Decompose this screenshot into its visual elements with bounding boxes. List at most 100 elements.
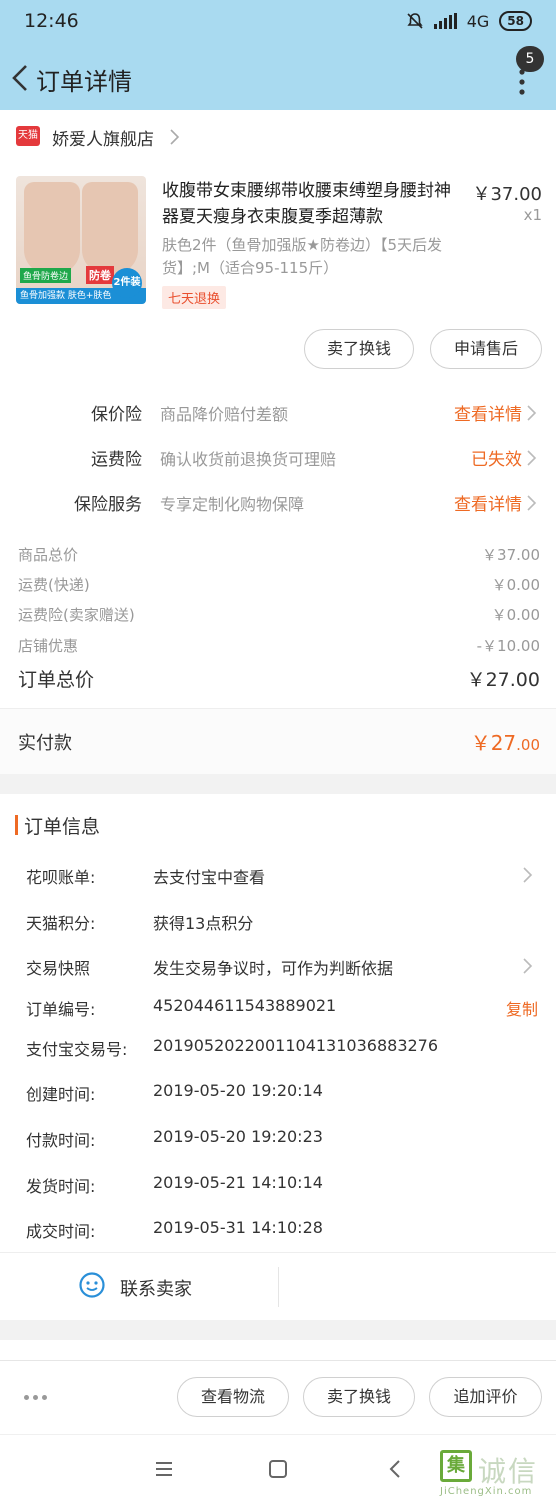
price-value: ￥0.00 — [491, 606, 540, 624]
add-review-button[interactable]: 追加评价 — [429, 1377, 542, 1417]
info-row-points: 天猫积分: 获得13点积分 — [0, 902, 556, 942]
copy-button[interactable]: 复制 — [506, 996, 538, 1020]
order-total-row: 订单总价 ￥27.00 — [0, 663, 556, 699]
insurance-row[interactable]: 运费险 确认收货前退换货可理赔 已失效 — [0, 435, 556, 479]
info-value: 2019-05-31 14:10:28 — [153, 1218, 323, 1237]
insurance-action[interactable]: 已失效 — [471, 445, 522, 470]
info-key: 发货时间: — [26, 1177, 96, 1196]
chevron-right-icon — [523, 867, 533, 883]
paid-label: 实付款 — [18, 733, 72, 754]
insurance-desc: 商品降价赔付差额 — [160, 405, 289, 424]
shop-name[interactable]: 娇爱人旗舰店 — [52, 125, 154, 150]
battery-icon: 58 — [499, 11, 532, 31]
price-value: ￥37.00 — [482, 546, 540, 564]
price-value: -￥10.00 — [476, 637, 540, 655]
info-row-created: 创建时间: 2019-05-20 19:20:14 — [0, 1073, 556, 1113]
info-value: 去支付宝中查看 — [153, 868, 266, 887]
info-row-huabei[interactable]: 花呗账单: 去支付宝中查看 — [0, 856, 556, 896]
info-value: 2019-05-20 19:20:23 — [153, 1127, 323, 1146]
price-row: 运费(快递) ￥0.00 — [0, 570, 556, 600]
sell-button[interactable]: 卖了换钱 — [303, 1377, 415, 1417]
signal-icon — [433, 13, 457, 29]
watermark-url: JiChengXin.com — [440, 1486, 533, 1497]
status-time: 12:46 — [24, 10, 79, 32]
back-arrow-icon[interactable] — [8, 60, 38, 96]
info-value: 2019-05-20 19:20:14 — [153, 1081, 323, 1100]
tmall-logo: 天猫 — [16, 126, 40, 146]
info-row-deal-time: 成交时间: 2019-05-31 14:10:28 — [0, 1210, 556, 1250]
info-value: 2019-05-21 14:10:14 — [153, 1173, 323, 1192]
price-label: 运费险(卖家赠送) — [18, 606, 135, 624]
back-icon[interactable] — [384, 1457, 408, 1481]
paid-value: ￥27.00 — [470, 731, 540, 755]
watermark-chars: 诚信 — [478, 1455, 539, 1488]
insurance-action[interactable]: 查看详情 — [454, 490, 522, 515]
insurance-row[interactable]: 保价险 商品降价赔付差额 查看详情 — [0, 390, 556, 434]
info-row-order-number: 订单编号: 452044611543889021 复制 — [0, 988, 556, 1028]
info-value: 获得13点积分 — [153, 914, 254, 933]
contact-seller-row[interactable]: 联系卖家 — [0, 1252, 556, 1320]
chevron-right-icon — [527, 450, 537, 466]
product-quantity: x1 — [523, 206, 542, 224]
watermark-box: 集 — [440, 1450, 472, 1482]
section-accent-bar — [15, 815, 18, 835]
insurance-label: 保险服务 — [74, 495, 142, 515]
return-policy-tag: 七天退换 — [162, 286, 227, 309]
info-row-paid-time: 付款时间: 2019-05-20 19:20:23 — [0, 1119, 556, 1159]
chevron-right-icon — [523, 958, 533, 974]
info-value: 2019052022001104131036883276 — [153, 1036, 439, 1055]
info-value: 发生交易争议时，可作为判断依据 — [153, 959, 394, 978]
product-title[interactable]: 收腹带女束腰绑带收腰束缚塑身腰封神器夏天瘦身衣束腹夏季超薄款 — [162, 178, 462, 230]
insurance-desc: 专享定制化购物保障 — [160, 495, 305, 514]
section-gap — [0, 1320, 556, 1340]
more-dots-icon[interactable] — [24, 1395, 47, 1400]
info-key: 创建时间: — [26, 1085, 96, 1104]
page-title: 订单详情 — [36, 68, 132, 96]
garment-shape — [24, 182, 80, 274]
after-sale-button[interactable]: 申请售后 — [430, 329, 542, 369]
price-label: 商品总价 — [18, 546, 79, 564]
product-sku: 肤色2件（鱼骨加强版★防卷边）【5天后发货】;M（适合95-115斤） — [162, 236, 443, 277]
section-gap — [0, 774, 556, 794]
info-key: 订单编号: — [26, 1000, 96, 1019]
price-label: 运费(快递) — [18, 576, 90, 594]
contact-seller-label[interactable]: 联系卖家 — [120, 1275, 192, 1301]
price-label: 店铺优惠 — [18, 637, 79, 655]
bottom-action-bar: 查看物流 卖了换钱 追加评价 — [0, 1360, 556, 1434]
chevron-right-icon — [527, 495, 537, 511]
shop-row[interactable]: 天猫 娇爱人旗舰店 — [0, 110, 556, 162]
info-key: 花呗账单: — [26, 868, 96, 887]
view-logistics-button[interactable]: 查看物流 — [177, 1377, 289, 1417]
home-icon[interactable] — [266, 1457, 290, 1481]
info-row-alipay-number: 支付宝交易号: 2019052022001104131036883276 — [0, 1028, 556, 1068]
product-price: ￥37.00 — [472, 184, 542, 205]
order-total-label: 订单总价 — [18, 669, 95, 691]
network-label: 4G — [466, 11, 490, 31]
price-row: 运费险(卖家赠送) ￥0.00 — [0, 600, 556, 630]
insurance-row[interactable]: 保险服务 专享定制化购物保障 查看详情 — [0, 480, 556, 524]
insurance-desc: 确认收货前退换货可理赔 — [160, 450, 337, 469]
info-key: 付款时间: — [26, 1131, 96, 1150]
info-row-shipped-time: 发货时间: 2019-05-21 14:10:14 — [0, 1165, 556, 1205]
image-label-red: 防卷 — [86, 266, 114, 284]
message-badge[interactable]: 5 — [516, 46, 544, 72]
insurance-action[interactable]: 查看详情 — [454, 400, 522, 425]
chevron-right-icon — [170, 129, 180, 145]
info-value: 452044611543889021 — [153, 996, 337, 1015]
watermark-logo: 集 诚信 JiChengXin.com — [440, 1448, 554, 1498]
sell-button[interactable]: 卖了换钱 — [304, 329, 414, 369]
status-icons: 4G 58 — [406, 11, 532, 31]
chat-bot-icon — [79, 1272, 105, 1298]
price-row: 商品总价 ￥37.00 — [0, 540, 556, 570]
info-row-snapshot[interactable]: 交易快照 发生交易争议时，可作为判断依据 — [0, 947, 556, 987]
info-key: 支付宝交易号: — [26, 1040, 128, 1059]
menu-icon[interactable] — [152, 1457, 176, 1481]
product-image[interactable]: 鱼骨防卷边 防卷 鱼骨加强款 肤色+肤色 2件装 — [16, 176, 146, 304]
image-label-circle: 2件装 — [112, 268, 142, 298]
image-label-green: 鱼骨防卷边 — [20, 268, 72, 283]
mute-bell-icon — [407, 13, 423, 29]
garment-shape — [82, 182, 138, 274]
info-key: 成交时间: — [26, 1222, 96, 1241]
price-row: 店铺优惠 -￥10.00 — [0, 631, 556, 661]
status-bar: 12:46 4G 58 — [0, 0, 556, 46]
